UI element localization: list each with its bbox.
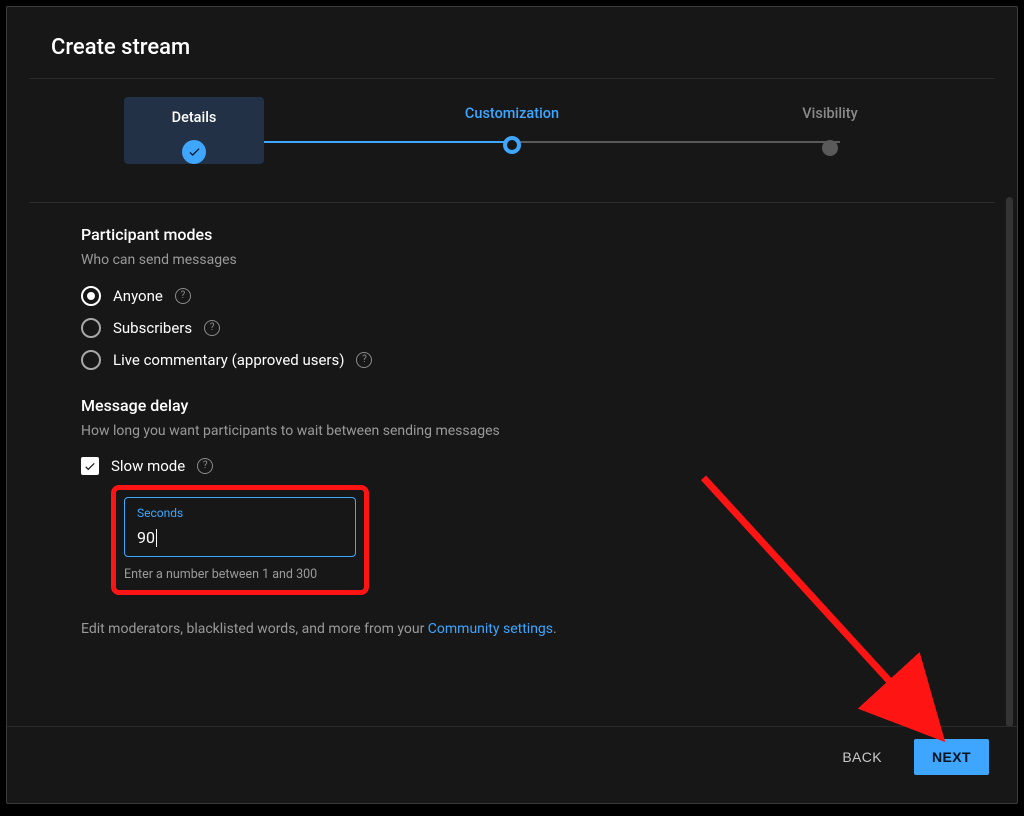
dialog-create-stream: Create stream Details Customization Visi… — [6, 6, 1018, 804]
participant-modes-subhead: Who can send messages — [81, 252, 943, 268]
radio-label: Subscribers — [113, 319, 192, 337]
seconds-value-text: 90 — [137, 528, 155, 547]
footnote-prefix: Edit moderators, blacklisted words, and … — [81, 621, 428, 637]
step-visibility[interactable]: Visibility — [671, 93, 989, 156]
scrollbar[interactable] — [1006, 197, 1013, 727]
checkbox-checked-icon — [81, 457, 99, 475]
dialog-footer: BACK NEXT — [7, 726, 1017, 803]
radio-icon — [81, 286, 101, 306]
radio-option-anyone[interactable]: Anyone ? — [81, 286, 943, 306]
radio-label: Anyone — [113, 287, 163, 305]
help-icon[interactable]: ? — [197, 458, 213, 474]
dialog-title: Create stream — [51, 35, 973, 60]
message-delay-heading: Message delay — [81, 396, 943, 415]
next-button[interactable]: NEXT — [914, 739, 989, 775]
seconds-input-label: Seconds — [137, 506, 343, 520]
step-details[interactable]: Details — [35, 93, 353, 168]
help-icon[interactable]: ? — [204, 320, 220, 336]
help-icon[interactable]: ? — [356, 352, 372, 368]
radio-icon — [81, 350, 101, 370]
step-customization[interactable]: Customization — [353, 93, 671, 154]
seconds-highlight-annotation: Seconds 90 Enter a number between 1 and … — [111, 485, 369, 595]
dialog-body: Participant modes Who can send messages … — [7, 203, 1017, 657]
step-visibility-label: Visibility — [671, 97, 989, 136]
text-cursor-icon — [156, 529, 157, 547]
step-upcoming-icon — [822, 140, 838, 156]
slow-mode-label: Slow mode — [111, 457, 185, 475]
seconds-input-hint: Enter a number between 1 and 300 — [124, 567, 356, 582]
check-icon — [182, 140, 206, 164]
seconds-input[interactable]: Seconds 90 — [124, 497, 356, 557]
radio-label: Live commentary (approved users) — [113, 351, 344, 369]
participant-modes-heading: Participant modes — [81, 225, 943, 244]
stepper: Details Customization Visibility — [7, 79, 1017, 202]
radio-option-subscribers[interactable]: Subscribers ? — [81, 318, 943, 338]
community-settings-footnote: Edit moderators, blacklisted words, and … — [81, 621, 943, 637]
step-customization-label: Customization — [353, 97, 671, 136]
back-button[interactable]: BACK — [832, 741, 892, 773]
seconds-input-value: 90 — [137, 528, 343, 547]
help-icon[interactable]: ? — [175, 288, 191, 304]
message-delay-subhead: How long you want participants to wait b… — [81, 423, 943, 439]
footnote-suffix: . — [553, 621, 557, 637]
community-settings-link[interactable]: Community settings — [428, 621, 553, 637]
slow-mode-checkbox-row[interactable]: Slow mode ? — [81, 457, 943, 475]
step-details-label: Details — [124, 101, 264, 140]
radio-icon — [81, 318, 101, 338]
dialog-header: Create stream — [7, 7, 1017, 78]
step-current-icon — [503, 136, 521, 154]
radio-option-live-commentary[interactable]: Live commentary (approved users) ? — [81, 350, 943, 370]
